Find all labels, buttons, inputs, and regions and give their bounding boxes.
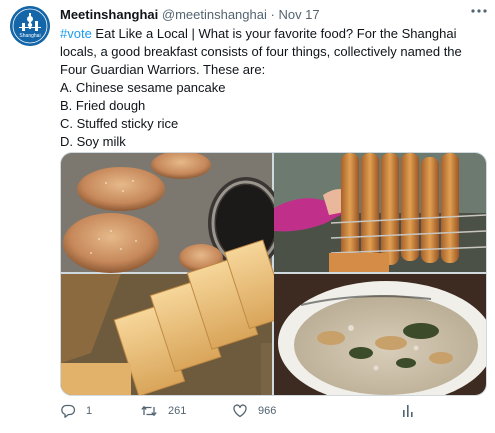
author-handle[interactable]: @meetinshanghai [162, 7, 267, 22]
option-c: C. Stuffed sticky rice [60, 116, 179, 131]
author-name[interactable]: Meetinshanghai [60, 7, 158, 22]
like-count: 966 [258, 405, 277, 417]
retweet-icon [141, 405, 157, 417]
reply-icon [61, 404, 76, 418]
reply-count: 1 [86, 405, 93, 417]
avatar[interactable]: Shanghai [10, 6, 50, 46]
media-grid [60, 152, 487, 396]
like-action[interactable]: 966 [232, 400, 276, 422]
analytics-action[interactable] [400, 400, 426, 422]
option-a: A. Chinese sesame pancake [60, 80, 226, 95]
tweet-header: Meetinshanghai @meetinshanghai · Nov 17 [60, 6, 485, 23]
tweet-content: Meetinshanghai @meetinshanghai · Nov 17 … [60, 6, 485, 151]
avatar-logo-text: Shanghai [19, 33, 40, 39]
retweet-action[interactable]: 261 [140, 400, 186, 422]
separator-dot: · [270, 7, 275, 22]
tweet-actions: 1 261 966 [60, 400, 485, 422]
like-icon [233, 404, 247, 418]
retweet-count: 261 [168, 405, 187, 417]
hashtag-link[interactable]: #vote [60, 26, 92, 41]
tweet-body: Eat Like a Local | What is your favorite… [60, 26, 462, 77]
reply-action[interactable]: 1 [60, 400, 92, 422]
image-soy-milk[interactable] [274, 274, 486, 395]
image-fried-dough[interactable] [274, 153, 486, 272]
tweet-text: #vote Eat Like a Local | What is your fa… [60, 25, 485, 151]
analytics-icon [403, 405, 413, 417]
tweet-card[interactable]: Shanghai Meetinshanghai @meetinshanghai … [0, 0, 495, 433]
more-icon[interactable] [469, 4, 489, 18]
option-b: B. Fried dough [60, 98, 146, 113]
option-d: D. Soy milk [60, 134, 126, 149]
tweet-date[interactable]: Nov 17 [278, 7, 319, 22]
